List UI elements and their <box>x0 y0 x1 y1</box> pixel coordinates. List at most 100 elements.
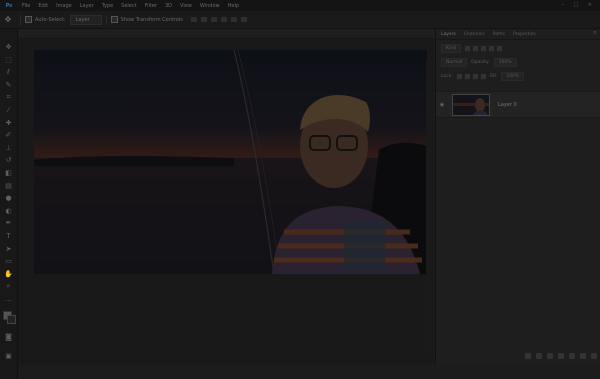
tab-properties[interactable]: Properties <box>513 32 536 37</box>
options-bar: ✥ Auto-Select: Layer Show Transform Cont… <box>0 11 600 29</box>
lock-paint-icon[interactable] <box>464 74 470 79</box>
mask-icon[interactable] <box>547 353 553 359</box>
brush-tool-icon[interactable]: ✐ <box>3 131 14 140</box>
layer-filter-row: Kind <box>436 43 600 54</box>
healing-tool-icon[interactable]: ✚ <box>3 119 14 128</box>
more-tools-icon[interactable]: … <box>3 295 14 304</box>
stamp-tool-icon[interactable]: ⊥ <box>3 144 14 153</box>
auto-select-dropdown[interactable]: Layer <box>69 14 102 25</box>
quick-mask-icon[interactable]: ◙ <box>3 333 14 342</box>
auto-select-checkbox[interactable] <box>25 16 32 23</box>
blend-row: Normal Opacity: 100% <box>436 57 600 68</box>
align-middle-icon[interactable] <box>230 17 237 22</box>
trash-icon[interactable] <box>591 353 597 359</box>
fill-field[interactable]: 100% <box>501 72 525 81</box>
lock-all-icon[interactable] <box>480 74 486 79</box>
lock-position-icon[interactable] <box>472 74 478 79</box>
menu-image[interactable]: Image <box>52 3 76 9</box>
blur-tool-icon[interactable]: ● <box>3 194 14 203</box>
link-icon[interactable] <box>525 353 531 359</box>
quick-select-tool-icon[interactable]: ✎ <box>3 81 14 90</box>
filter-adjustment-icon[interactable] <box>472 46 478 51</box>
layer-thumbnail <box>452 93 490 116</box>
options-divider <box>105 14 107 25</box>
filter-smart-icon[interactable] <box>496 46 502 51</box>
kind-filter-dropdown[interactable]: Kind <box>441 44 461 53</box>
document-tab[interactable] <box>18 29 434 39</box>
lasso-tool-icon[interactable]: ℓ <box>3 68 14 77</box>
tab-channels[interactable]: Channels <box>464 32 485 37</box>
tab-layers[interactable]: Layers <box>441 32 456 37</box>
show-transform-label: Show Transform Controls <box>120 16 183 23</box>
menu-window[interactable]: Window <box>196 3 224 9</box>
crop-tool-icon[interactable]: ⌗ <box>3 93 14 102</box>
align-icons <box>190 17 247 22</box>
eraser-tool-icon[interactable]: ◧ <box>3 169 14 178</box>
path-select-tool-icon[interactable]: ➤ <box>3 245 14 254</box>
align-bottom-icon[interactable] <box>240 17 247 22</box>
filter-icons <box>464 46 502 51</box>
history-brush-tool-icon[interactable]: ↺ <box>3 156 14 165</box>
menu-layer[interactable]: Layer <box>76 3 98 9</box>
visibility-eye-icon[interactable]: ◉ <box>436 102 448 108</box>
screen-mode-icon[interactable]: ▣ <box>3 352 14 361</box>
dodge-tool-icon[interactable]: ◐ <box>3 207 14 216</box>
auto-select-label: Auto-Select: <box>35 16 66 23</box>
lock-icons <box>456 74 486 79</box>
align-left-icon[interactable] <box>190 17 197 22</box>
layer-name[interactable]: Layer 0 <box>498 102 517 108</box>
menu-filter[interactable]: Filter <box>141 3 161 9</box>
panel-menu-icon[interactable]: ≡ <box>593 30 597 36</box>
color-swatches[interactable] <box>2 311 16 325</box>
menu-type[interactable]: Type <box>98 3 117 9</box>
panel-footer <box>525 353 597 359</box>
collapsed-panel-strip <box>426 60 434 350</box>
menu-file[interactable]: File <box>18 3 34 9</box>
document-area <box>18 29 434 365</box>
image-canvas[interactable] <box>34 50 427 274</box>
lock-label: Lock: <box>441 74 453 79</box>
photo-image <box>34 50 427 274</box>
options-divider <box>20 14 21 25</box>
menu-edit[interactable]: Edit <box>34 3 52 9</box>
layers-panel: Layers Channels Paths Properties ≡ Kind … <box>435 29 600 365</box>
zoom-tool-icon[interactable]: ⌕ <box>3 282 14 291</box>
opacity-label: Opacity: <box>471 60 490 65</box>
blend-mode-dropdown[interactable]: Normal <box>441 58 468 67</box>
lock-row: Lock: Fill: 100% <box>436 71 600 82</box>
hand-tool-icon[interactable]: ✋ <box>3 270 14 279</box>
menu-3d[interactable]: 3D <box>161 3 176 9</box>
adjustment-icon[interactable] <box>558 353 564 359</box>
tab-paths[interactable]: Paths <box>493 32 505 37</box>
align-right-icon[interactable] <box>210 17 217 22</box>
move-tool-icon[interactable]: ✥ <box>3 43 14 52</box>
opacity-field[interactable]: 100% <box>493 58 517 67</box>
filter-pixel-icon[interactable] <box>464 46 470 51</box>
new-layer-icon[interactable] <box>580 353 586 359</box>
filter-shape-icon[interactable] <box>488 46 494 51</box>
pen-tool-icon[interactable]: ✒ <box>3 219 14 228</box>
tools-panel: ✥ ⬚ ℓ ✎ ⌗ ⁄ ✚ ✐ ⊥ ↺ ◧ ▤ ● ◐ ✒ T ➤ ▭ ✋ ⌕ … ◙ ▣ <box>0 29 18 379</box>
lock-pixels-icon[interactable] <box>456 74 462 79</box>
fx-icon[interactable] <box>536 353 542 359</box>
menu-select[interactable]: Select <box>117 3 140 9</box>
type-tool-icon[interactable]: T <box>3 232 14 241</box>
panel-tabs: Layers Channels Paths Properties <box>436 29 600 40</box>
menu-view[interactable]: View <box>176 3 196 9</box>
align-top-icon[interactable] <box>220 17 227 22</box>
menu-help[interactable]: Help <box>224 3 243 9</box>
marquee-tool-icon[interactable]: ⬚ <box>3 56 14 65</box>
current-tool-icon[interactable]: ✥ <box>0 15 16 24</box>
layer-row[interactable]: ◉ Layer 0 <box>436 91 600 118</box>
filter-type-icon[interactable] <box>480 46 486 51</box>
thumbnail-image <box>453 94 489 115</box>
eyedropper-tool-icon[interactable]: ⁄ <box>3 106 14 115</box>
shape-tool-icon[interactable]: ▭ <box>3 257 14 266</box>
background-color-swatch[interactable] <box>6 315 16 325</box>
app-logo: Ps <box>5 2 13 9</box>
show-transform-checkbox[interactable] <box>110 16 118 23</box>
align-center-icon[interactable] <box>200 17 207 22</box>
window-controls[interactable]: – □ ✕ <box>561 2 596 8</box>
gradient-tool-icon[interactable]: ▤ <box>3 182 14 191</box>
group-icon[interactable] <box>569 353 575 359</box>
